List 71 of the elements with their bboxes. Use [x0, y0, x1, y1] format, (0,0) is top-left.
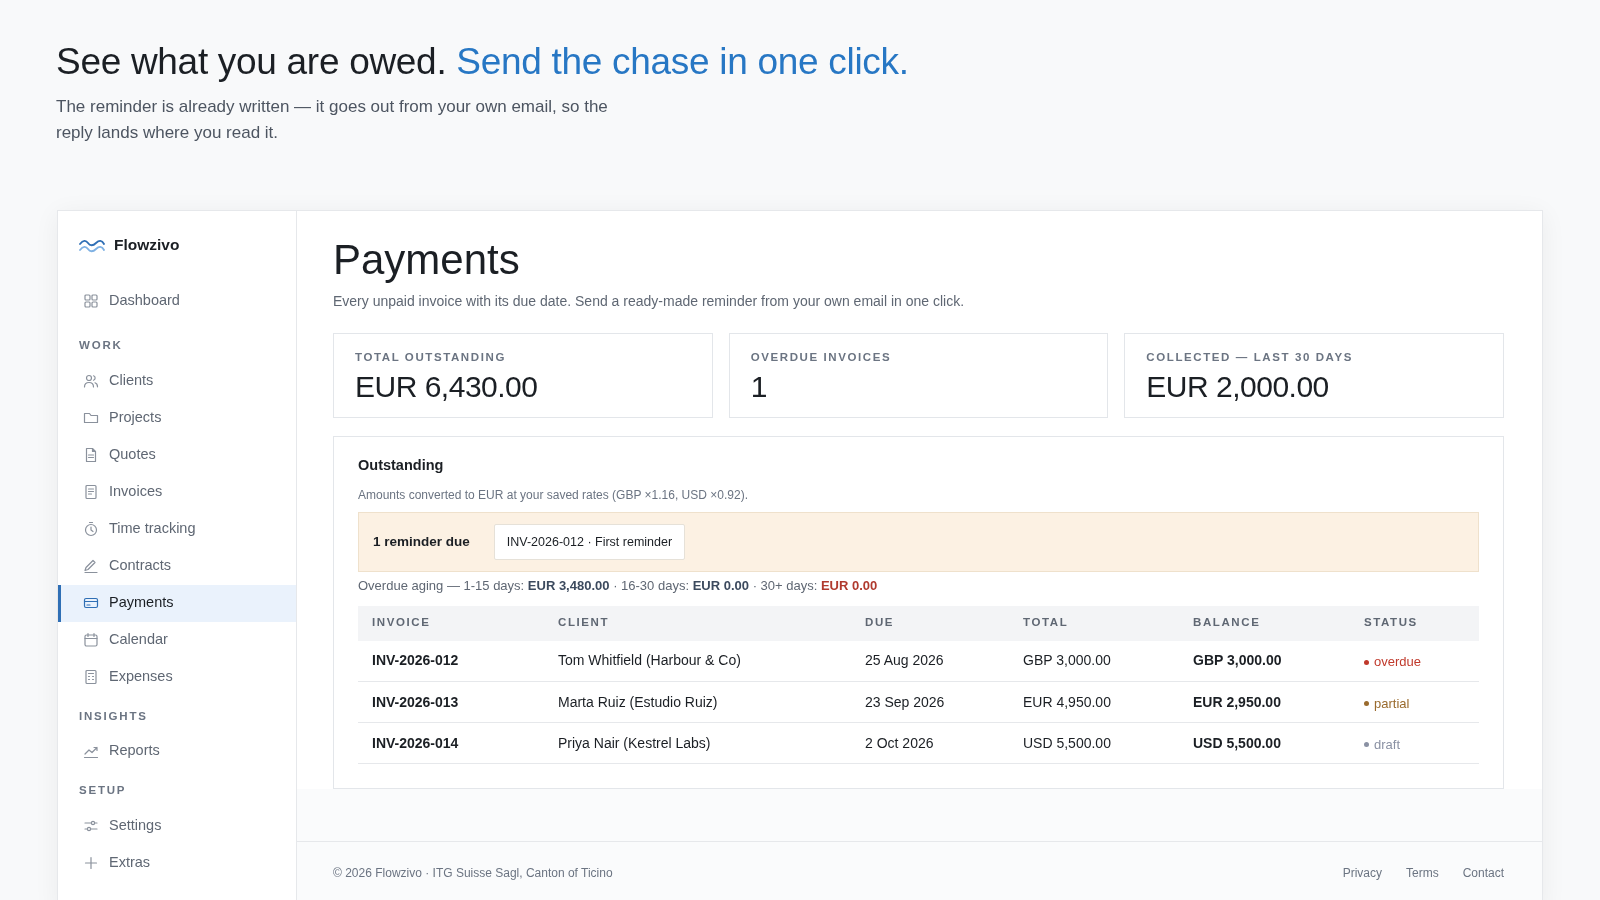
page-subtitle: Every unpaid invoice with its due date. Send a ready-made reminder from your own email in one click.: [333, 292, 966, 312]
stat-label: COLLECTED — LAST 30 DAYS: [1146, 350, 1354, 366]
status-label: draft: [1374, 735, 1400, 754]
stat-value: EUR 2,000.00: [1146, 368, 1330, 405]
receipt-icon: [83, 484, 99, 500]
reminder-label: 1 reminder due: [373, 532, 470, 551]
sidebar-item[interactable]: Dashboard: [58, 282, 296, 320]
table-cell: 2 Oct 2026: [851, 722, 1009, 764]
table-cell: 25 Aug 2026: [851, 640, 1009, 682]
section-title: Outstanding: [358, 456, 445, 475]
pen-icon: [83, 558, 99, 574]
table-cell: INV-2026-012: [358, 640, 544, 682]
status-label: overdue: [1374, 653, 1421, 672]
column-header: TOTAL: [1009, 605, 1179, 641]
grid-icon: [83, 292, 99, 309]
table-cell: USD 5,500.00: [1009, 722, 1179, 764]
clock-icon: [83, 521, 99, 537]
brand-name: Flowzivo: [114, 235, 180, 255]
page-title: Payments: [333, 235, 521, 285]
table-cell: 23 Sep 2026: [851, 681, 1009, 723]
column-header: INVOICE: [358, 605, 544, 641]
table-cell: EUR 4,950.00: [1009, 681, 1179, 723]
intro-text: The reminder is already written — it goes out from your own email, so the reply lands where you read it.: [56, 96, 609, 145]
calculator-icon: [83, 669, 99, 685]
sidebar-item[interactable]: Reports: [58, 732, 296, 770]
table-cell: Priya Nair (Kestrel Labs): [544, 722, 851, 764]
sidebar-item[interactable]: Payments: [58, 584, 296, 622]
footer-link[interactable]: Privacy: [1342, 866, 1382, 881]
calendar-icon: [83, 632, 99, 648]
nav-section-heading: INSIGHTS: [78, 708, 149, 724]
aging-summary: Overdue aging — 1-15 days: EUR 3,480.00 · 16-30 days: EUR 0.00 · 30+ days: EUR 0.00: [358, 577, 879, 596]
footer-link[interactable]: Terms: [1405, 866, 1439, 881]
sidebar-item[interactable]: Settings: [58, 807, 296, 844]
stat-value: EUR 6,430.00: [355, 368, 539, 405]
sidebar-item[interactable]: Expenses: [58, 658, 296, 696]
reminder-button[interactable]: INV-2026-012 · First reminder: [493, 523, 686, 561]
headline: See what you are owed. Send the chase in one click.: [56, 40, 910, 84]
footer-link[interactable]: Contact: [1462, 866, 1504, 881]
table-cell: USD 5,500.00: [1179, 722, 1350, 764]
sidebar-item[interactable]: Calendar: [58, 621, 296, 659]
column-header: BALANCE: [1179, 605, 1350, 641]
sidebar-item[interactable]: Clients: [58, 362, 296, 400]
plus-icon: [83, 854, 99, 871]
nav-section-heading: SETUP: [78, 782, 128, 798]
sidebar-item[interactable]: Contracts: [58, 547, 296, 585]
stat-value: 1: [750, 368, 768, 405]
status-label: partial: [1374, 694, 1410, 713]
table-cell: GBP 3,000.00: [1009, 640, 1179, 682]
sidebar-item[interactable]: Quotes: [58, 436, 296, 474]
section-note: Amounts converted to EUR at your saved rates (GBP ×1.16, USD ×0.92).: [358, 487, 749, 505]
table-cell: Marta Ruiz (Estudio Ruiz): [544, 681, 851, 723]
table-cell: INV-2026-014: [358, 722, 544, 764]
people-icon: [83, 373, 99, 389]
table-cell: EUR 2,950.00: [1179, 681, 1350, 723]
table-cell: INV-2026-013: [358, 681, 544, 723]
nav-section-heading: WORK: [78, 338, 124, 354]
card-icon: [83, 595, 99, 611]
column-header: CLIENT: [544, 605, 851, 641]
stat-label: OVERDUE INVOICES: [750, 350, 893, 366]
sidebar-item[interactable]: Projects: [58, 399, 296, 437]
table-cell: GBP 3,000.00: [1179, 640, 1350, 682]
stat-label: TOTAL OUTSTANDING: [355, 350, 507, 366]
sidebar-item[interactable]: Extras: [58, 844, 296, 881]
column-header: DUE: [851, 605, 1009, 641]
column-header: STATUS: [1350, 605, 1479, 641]
folder-icon: [83, 410, 99, 426]
footer-text: © 2026 Flowzivo · ITG Suisse Sagl, Canton of Ticino: [333, 865, 613, 883]
table-cell: Tom Whitfield (Harbour & Co): [544, 640, 851, 682]
sidebar-item[interactable]: Time tracking: [58, 510, 296, 548]
sidebar-item[interactable]: Invoices: [58, 473, 296, 511]
document-icon: [83, 447, 99, 463]
